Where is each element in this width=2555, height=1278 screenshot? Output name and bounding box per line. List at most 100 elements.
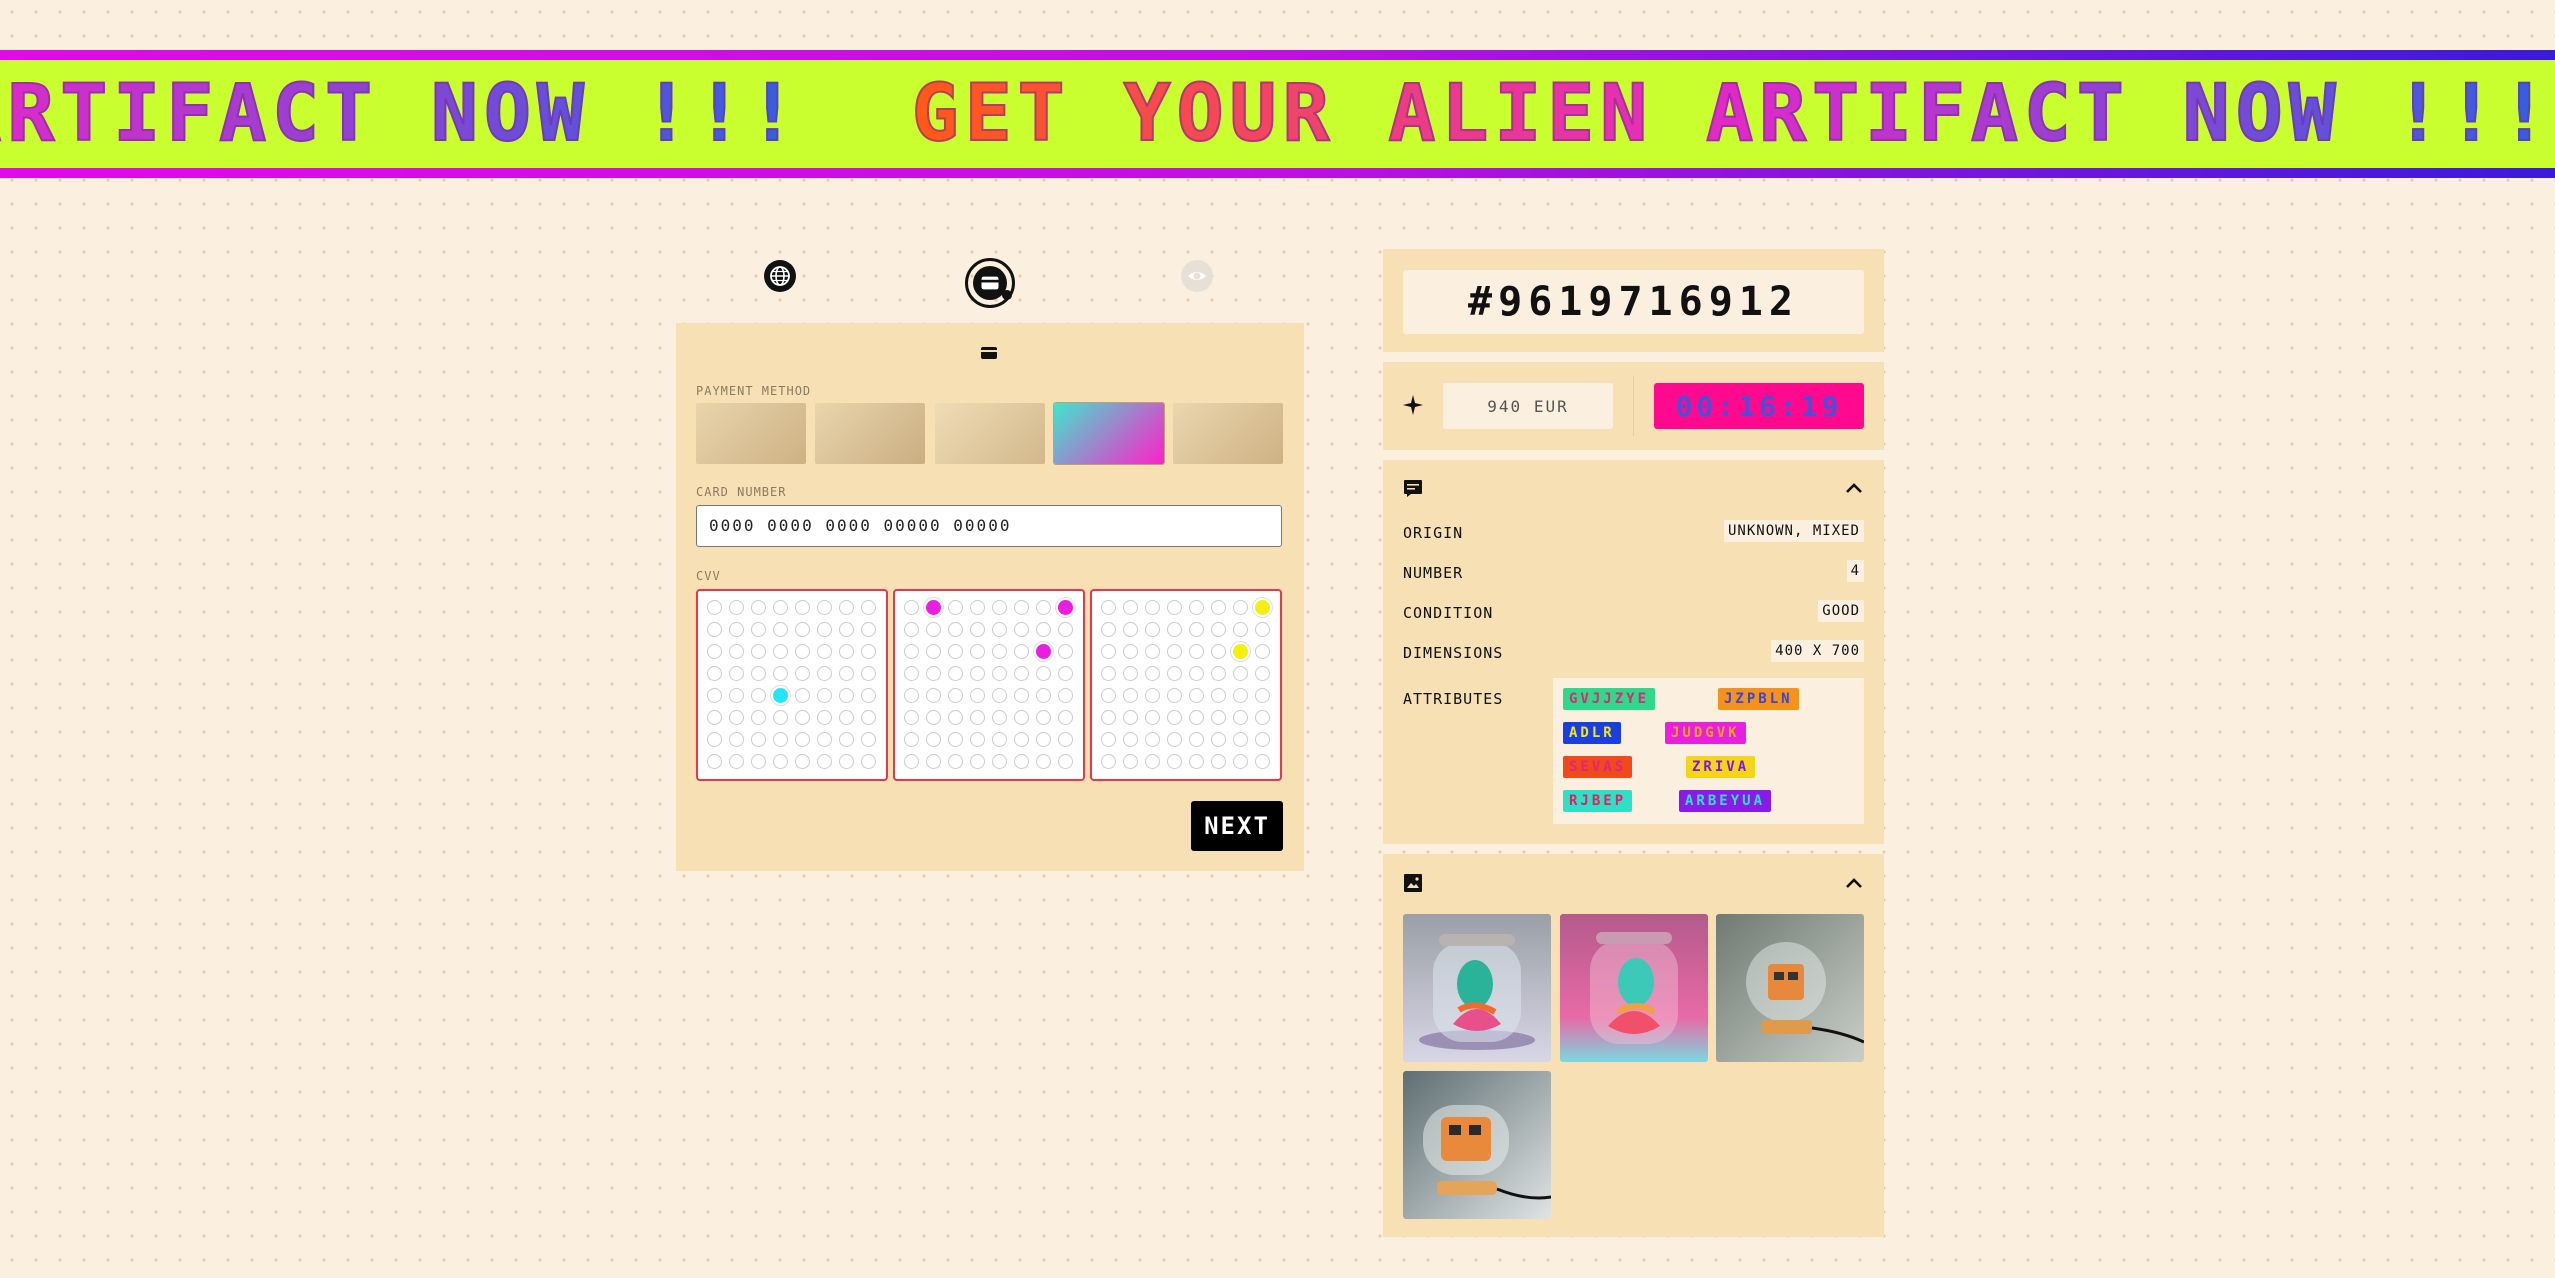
cvv-dot[interactable] [795, 600, 810, 615]
cvv-dot[interactable] [904, 732, 919, 747]
cvv-dot[interactable] [1211, 622, 1226, 637]
cvv-dot[interactable] [1211, 754, 1226, 769]
cvv-dot[interactable] [795, 622, 810, 637]
cvv-dot[interactable] [926, 732, 941, 747]
cvv-dot[interactable] [795, 644, 810, 659]
payment-method-option-4[interactable] [1054, 403, 1164, 464]
cvv-dot[interactable] [1058, 688, 1073, 703]
cvv-dot[interactable] [1233, 644, 1248, 659]
cvv-dot[interactable] [970, 622, 985, 637]
cvv-dot[interactable] [707, 600, 722, 615]
cvv-dot[interactable] [1233, 688, 1248, 703]
cvv-dot[interactable] [839, 666, 854, 681]
cvv-dot[interactable] [904, 688, 919, 703]
cvv-dot[interactable] [861, 644, 876, 659]
cvv-dot[interactable] [948, 710, 963, 725]
card-number-input[interactable]: 0000 0000 0000 00000 00000 [696, 505, 1282, 547]
cvv-dot[interactable] [729, 644, 744, 659]
cvv-digit-grid-2[interactable] [893, 589, 1085, 781]
cvv-dot[interactable] [1167, 688, 1182, 703]
cvv-dot[interactable] [839, 644, 854, 659]
cvv-dot[interactable] [948, 666, 963, 681]
cvv-dot[interactable] [1167, 600, 1182, 615]
cvv-dot[interactable] [1167, 644, 1182, 659]
cvv-dot[interactable] [1145, 732, 1160, 747]
cvv-dot[interactable] [773, 666, 788, 681]
cvv-dot[interactable] [1036, 732, 1051, 747]
cvv-dot[interactable] [707, 622, 722, 637]
cvv-dot[interactable] [904, 710, 919, 725]
cvv-dot[interactable] [839, 600, 854, 615]
cvv-dot[interactable] [861, 666, 876, 681]
cvv-dot[interactable] [1014, 754, 1029, 769]
cvv-dot[interactable] [1233, 732, 1248, 747]
step-globe[interactable] [764, 260, 796, 292]
cvv-dot[interactable] [948, 644, 963, 659]
cvv-dot[interactable] [839, 688, 854, 703]
cvv-dot[interactable] [817, 754, 832, 769]
cvv-dot[interactable] [1255, 710, 1270, 725]
cvv-dot[interactable] [707, 666, 722, 681]
cvv-dot[interactable] [1167, 710, 1182, 725]
cvv-dot[interactable] [1014, 644, 1029, 659]
cvv-dot[interactable] [1189, 754, 1204, 769]
cvv-dot[interactable] [948, 732, 963, 747]
cvv-dot[interactable] [729, 666, 744, 681]
cvv-dot[interactable] [1189, 666, 1204, 681]
cvv-dot[interactable] [1123, 622, 1138, 637]
cvv-dot[interactable] [1211, 710, 1226, 725]
cvv-dot[interactable] [1167, 732, 1182, 747]
cvv-dot[interactable] [948, 688, 963, 703]
cvv-dot[interactable] [751, 666, 766, 681]
cvv-dot[interactable] [1036, 710, 1051, 725]
cvv-dot[interactable] [948, 600, 963, 615]
artifact-thumbnail-1[interactable] [1403, 914, 1551, 1062]
cvv-dot[interactable] [1145, 754, 1160, 769]
cvv-dot[interactable] [1145, 600, 1160, 615]
cvv-dot[interactable] [926, 688, 941, 703]
cvv-dot[interactable] [773, 688, 788, 703]
cvv-dot[interactable] [970, 710, 985, 725]
cvv-dot[interactable] [707, 732, 722, 747]
cvv-dot[interactable] [1123, 710, 1138, 725]
cvv-dot[interactable] [926, 666, 941, 681]
artifact-thumbnail-4[interactable] [1403, 1071, 1551, 1219]
cvv-dot[interactable] [751, 688, 766, 703]
cvv-dot[interactable] [1255, 600, 1270, 615]
cvv-dot[interactable] [1101, 710, 1116, 725]
cvv-dot[interactable] [992, 622, 1007, 637]
cvv-dot[interactable] [773, 754, 788, 769]
cvv-dot[interactable] [1101, 644, 1116, 659]
cvv-dot[interactable] [1255, 732, 1270, 747]
artifact-thumbnail-2[interactable] [1560, 914, 1708, 1062]
artifact-thumbnail-3[interactable] [1716, 914, 1864, 1062]
cvv-dot[interactable] [729, 600, 744, 615]
cvv-dot[interactable] [1036, 622, 1051, 637]
cvv-dot[interactable] [970, 666, 985, 681]
cvv-dot[interactable] [839, 622, 854, 637]
cvv-dot[interactable] [707, 644, 722, 659]
cvv-dot[interactable] [1058, 710, 1073, 725]
cvv-dot[interactable] [904, 600, 919, 615]
payment-method-option-2[interactable] [815, 403, 925, 464]
cvv-dot[interactable] [904, 754, 919, 769]
cvv-dot[interactable] [926, 600, 941, 615]
cvv-dot[interactable] [1058, 754, 1073, 769]
cvv-dot[interactable] [1145, 666, 1160, 681]
cvv-dot[interactable] [1255, 644, 1270, 659]
cvv-dot[interactable] [729, 688, 744, 703]
payment-method-option-3[interactable] [935, 403, 1045, 464]
cvv-dot[interactable] [1014, 688, 1029, 703]
cvv-dot[interactable] [861, 732, 876, 747]
cvv-dot[interactable] [1101, 622, 1116, 637]
cvv-dot[interactable] [773, 732, 788, 747]
cvv-dot[interactable] [1123, 732, 1138, 747]
cvv-dot[interactable] [729, 622, 744, 637]
cvv-dot[interactable] [795, 710, 810, 725]
next-button[interactable]: NEXT [1191, 801, 1283, 851]
cvv-dot[interactable] [948, 754, 963, 769]
payment-method-option-1[interactable] [696, 403, 806, 464]
cvv-dot[interactable] [1167, 622, 1182, 637]
cvv-dot[interactable] [992, 644, 1007, 659]
cvv-dot[interactable] [1255, 754, 1270, 769]
